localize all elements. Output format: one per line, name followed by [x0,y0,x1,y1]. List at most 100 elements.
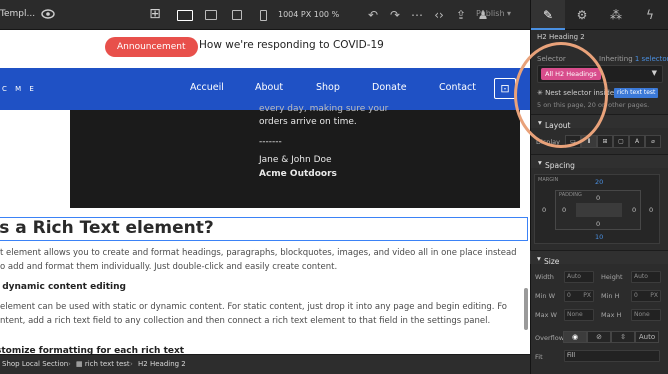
padding-box: PADDING 0 0 0 0 [555,190,641,230]
canvas-scrollbar[interactable] [524,288,528,330]
paragraph-line[interactable]: t element allows you to create and forma… [0,248,517,258]
spacing-box-model: MARGIN 20 0 0 10 PADDING 0 0 0 0 [534,174,660,244]
max-width-input[interactable]: None [564,309,594,321]
page-title: Templ... [0,9,36,19]
signature-names: Jane & John Doe [259,155,332,165]
min-width-input[interactable]: 0 PX [564,290,594,302]
cart-icon[interactable]: ⊡ [494,78,516,99]
nest-selector-option[interactable]: ✳ Nest selector inside of [537,89,623,97]
height-label: Height [601,273,623,281]
nav-item-about[interactable]: About [255,82,283,93]
margin-bottom-value[interactable]: 10 [595,233,603,241]
selector-field[interactable]: All H2 Headings ▼ [537,65,663,83]
min-height-label: Min H [601,292,620,300]
margin-label: MARGIN [538,177,559,183]
more-icon[interactable]: ⋯ [409,6,425,24]
padding-top-value[interactable]: 0 [596,194,600,202]
max-height-input[interactable]: None [631,309,661,321]
overflow-hidden-icon[interactable]: ⊘ [587,331,611,343]
brush-icon[interactable]: ✎ [531,0,565,30]
nest-target-chip[interactable]: rich text test [614,88,659,98]
min-height-input[interactable]: 0 PX [631,290,661,302]
usage-count-text: 5 on this page, 20 on other pages. [537,101,650,109]
add-icon[interactable]: ⊞ [147,5,163,23]
announcement-pill[interactable]: Announcement [105,37,198,57]
overflow-auto-option[interactable]: Auto [635,331,659,343]
display-inline-icon[interactable]: A [629,135,645,148]
breadcrumb-item[interactable]: Shop Local Section [2,360,68,368]
desktop-icon[interactable] [198,4,224,26]
overflow-label: Overflow [535,334,565,342]
margin-left-value[interactable]: 0 [542,206,546,214]
interactions-icon[interactable]: ⁂ [599,0,633,30]
nav-item-accueil[interactable]: Accueil [190,82,224,93]
margin-top-value[interactable]: 20 [595,178,603,186]
overflow-scroll-icon[interactable]: ⇳ [611,331,635,343]
display-flex-icon[interactable]: ⫴ [581,135,597,148]
undo-icon[interactable]: ↶ [365,6,381,24]
spacing-section-header[interactable]: ▾ Spacing [531,154,668,170]
signature-company: Acme Outdoors [259,169,337,179]
code-icon[interactable]: ‹› [431,6,447,24]
gear-icon[interactable]: ⚙ [565,0,599,30]
breadcrumb-item[interactable]: H2 Heading 2 [138,360,186,368]
rich-text-heading[interactable]: 's a Rich Text element? [0,218,214,238]
overflow-visible-icon[interactable]: ◉ [563,331,587,343]
inheriting-label: Inheriting 1 selector [599,55,668,63]
padding-bottom-value[interactable]: 0 [596,220,600,228]
paragraph-line[interactable]: ntent, add a rich text field to any coll… [0,316,490,326]
design-canvas[interactable]: Announcement How we're responding to COV… [0,30,530,354]
layout-section-header[interactable]: ▾ Layout [531,114,668,130]
subheading[interactable]: l dynamic content editing [0,282,126,292]
lightning-icon[interactable]: ϟ [633,0,667,30]
canvas-size-readout: 1004 PX 100 % [278,10,340,19]
inheriting-link[interactable]: 1 selector [635,55,668,63]
paragraph-line[interactable]: element can be used with static or dynam… [0,302,507,312]
publish-button[interactable]: Publish ▾ [476,9,511,18]
top-toolbar: Templ... ⊞ 1004 PX 100 % ↶ ↷ ⋯ ‹› ⇪ ♟ Pu… [0,0,530,30]
padding-left-value[interactable]: 0 [562,206,566,214]
padding-right-value[interactable]: 0 [632,206,636,214]
redo-icon[interactable]: ↷ [387,6,403,24]
preview-eye-icon[interactable] [40,6,56,22]
element-type-label: H2 Heading 2 [537,33,585,41]
margin-right-value[interactable]: 0 [649,206,653,214]
display-inline-block-icon[interactable]: ▢ [613,135,629,148]
size-section-header[interactable]: ▾ Size [530,250,668,266]
section-divider-text: ------- [259,137,282,147]
max-width-label: Max W [535,311,557,319]
desktop-large-icon[interactable] [172,4,198,26]
nav-item-shop[interactable]: Shop [316,82,340,93]
display-grid-icon[interactable]: ⊞ [597,135,613,148]
display-label: Display [536,138,560,146]
display-none-icon[interactable]: ⌀ [645,135,661,148]
nav-item-contact[interactable]: Contact [439,82,476,93]
chevron-right-icon: › [130,360,133,368]
display-block-icon[interactable]: ▭ [565,135,581,148]
paragraph-line[interactable]: o add and format them individually. Just… [0,262,337,272]
section-text-line: orders arrive on time. [259,117,357,127]
announcement-text[interactable]: How we're responding to COVID-19 [199,39,384,51]
width-label: Width [535,273,554,281]
fit-select[interactable]: Fill [564,350,660,362]
subheading[interactable]: stomize formatting for each rich text [0,346,184,354]
chevron-down-icon[interactable]: ▼ [652,69,657,77]
export-icon[interactable]: ⇪ [453,6,469,24]
selector-chip[interactable]: All H2 Headings [541,68,601,80]
dark-content-section: every day, making sure your orders arriv… [70,104,520,208]
nav-item-donate[interactable]: Donate [372,82,407,93]
padding-label: PADDING [559,192,582,198]
device-switcher [172,4,276,26]
breadcrumb-item[interactable]: ▦ rich text test [76,360,130,368]
breadcrumb: Shop Local Section › ▦ rich text test › … [0,354,530,374]
chevron-right-icon: › [68,360,71,368]
display-options: ▭ ⫴ ⊞ ▢ A ⌀ [565,135,661,148]
tablet-icon[interactable] [224,4,250,26]
brand-logo[interactable]: C M E [2,85,37,93]
announcement-bar: Announcement How we're responding to COV… [0,30,530,68]
toolbar-tools: ↶ ↷ ⋯ ‹› ⇪ ♟ [365,6,491,24]
width-input[interactable]: Auto [564,271,594,283]
height-input[interactable]: Auto [631,271,661,283]
selector-label: Selector [537,55,566,63]
mobile-icon[interactable] [250,4,276,26]
